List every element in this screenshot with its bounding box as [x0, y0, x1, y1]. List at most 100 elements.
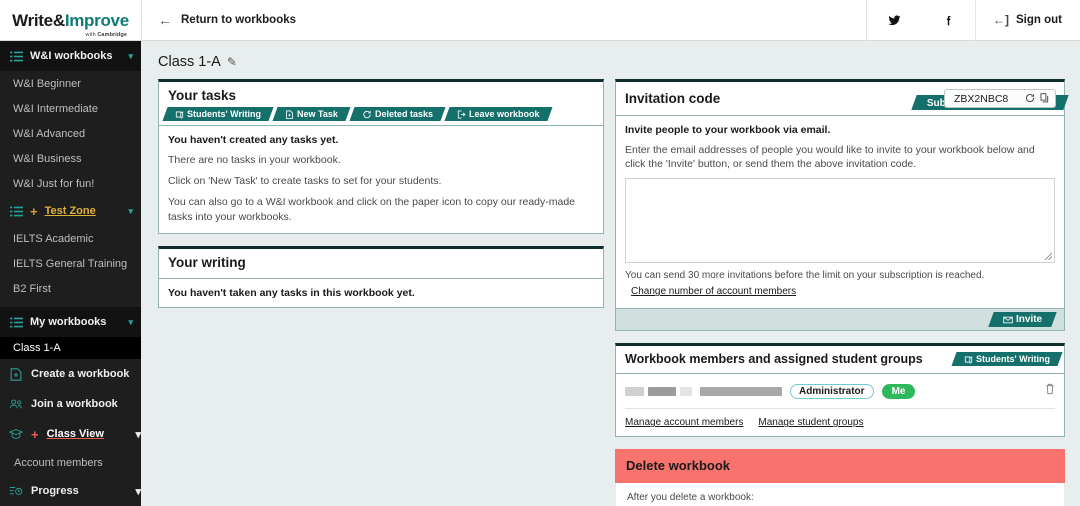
panel-title: Your writing	[168, 255, 246, 270]
sidebar-item-b2-first[interactable]: B2 First	[0, 276, 141, 301]
sidebar-item-progress[interactable]: Progress ▾	[0, 476, 141, 506]
logo-improve: Improve	[65, 11, 129, 30]
top-bar-right: ←] Sign out	[866, 0, 1080, 41]
sign-out-icon: ←]	[993, 13, 1009, 27]
sidebar-group-test-zone[interactable]: + Test Zone ▾	[0, 196, 141, 226]
content-columns: Your tasks Students' Writing	[158, 79, 1066, 506]
your-tasks-tabs: Students' Writing New Task	[159, 107, 603, 125]
invitation-footer: Invite	[616, 308, 1064, 330]
new-task-icon	[285, 110, 294, 119]
sidebar-item-class-view[interactable]: + Class View ▾	[0, 419, 141, 449]
invitation-code-box[interactable]: ZBX2NBC8	[944, 89, 1056, 108]
tab-label: Students' Writing	[187, 109, 261, 119]
members-links: Manage account members Manage student gr…	[625, 409, 1055, 428]
sign-out-button[interactable]: ←] Sign out	[976, 0, 1080, 41]
delete-workbook-panel: Delete workbook After you delete a workb…	[615, 449, 1065, 506]
students-writing-icon	[964, 355, 973, 364]
sidebar-item-wi-just-for-fun[interactable]: W&I Just for fun!	[0, 171, 141, 196]
tab-label: Deleted tasks	[375, 109, 433, 119]
sidebar-item-label: W&I Beginner	[13, 78, 81, 90]
page-title: Class 1-A	[158, 54, 221, 70]
refresh-icon[interactable]	[1025, 90, 1035, 108]
sidebar-group-wi-workbooks[interactable]: W&I workbooks ▾	[0, 41, 141, 71]
invitation-code-panel: Invitation code ZBX2NBC8 Invite people t…	[615, 79, 1065, 331]
delete-intro: After you delete a workbook:	[627, 491, 1053, 505]
no-writing-text: You haven't taken any tasks in this work…	[168, 287, 594, 299]
member-name-redacted	[648, 387, 676, 396]
chevron-down-icon: ▾	[128, 51, 133, 62]
members-students-writing-chip[interactable]: Students' Writing	[951, 352, 1062, 366]
sidebar-item-label: W&I Intermediate	[13, 103, 98, 115]
list-icon	[9, 204, 23, 218]
member-email-redacted	[700, 387, 782, 396]
people-icon	[9, 397, 23, 411]
plus-icon: +	[31, 428, 39, 441]
sidebar-item-ielts-general-training[interactable]: IELTS General Training	[0, 251, 141, 276]
sidebar-group-my-workbooks[interactable]: My workbooks ▾	[0, 307, 141, 337]
sidebar-item-create-a-workbook[interactable]: Create a workbook	[0, 359, 141, 389]
sidebar-item-account-members[interactable]: Account members	[0, 449, 141, 476]
no-tasks-heading: You haven't created any tasks yet.	[168, 134, 594, 146]
sidebar-item-label: W&I Advanced	[13, 128, 85, 140]
sidebar-item-wi-beginner[interactable]: W&I Beginner	[0, 71, 141, 96]
left-column: Your tasks Students' Writing	[158, 79, 604, 506]
change-account-members-link[interactable]: Change number of account members	[631, 286, 796, 297]
sidebar-item-join-a-workbook[interactable]: Join a workbook	[0, 389, 141, 419]
manage-account-members-link[interactable]: Manage account members	[625, 417, 743, 428]
chevron-down-icon: ▾	[128, 206, 133, 217]
sidebar-item-label: IELTS Academic	[13, 233, 94, 245]
delete-workbook-body: After you delete a workbook: You cannot …	[615, 483, 1065, 506]
your-tasks-body: You haven't created any tasks yet. There…	[159, 125, 603, 233]
sidebar-item-label: W&I Just for fun!	[13, 178, 94, 190]
facebook-icon[interactable]	[921, 0, 975, 41]
invite-emails-textarea[interactable]	[625, 178, 1055, 263]
manage-student-groups-link[interactable]: Manage student groups	[758, 417, 863, 428]
main-content: Class 1-A ✎ Subscribe to + Class View Yo…	[141, 41, 1080, 506]
panel-title: Delete workbook	[626, 458, 730, 473]
invitation-code-value: ZBX2NBC8	[954, 93, 1008, 105]
arrow-left-icon: ←	[158, 13, 172, 27]
sidebar-item-wi-advanced[interactable]: W&I Advanced	[0, 121, 141, 146]
app-logo[interactable]: Write&Improve with Cambridge	[0, 0, 141, 41]
invite-button-label: Invite	[1016, 314, 1042, 325]
your-writing-body: You haven't taken any tasks in this work…	[159, 278, 603, 307]
no-tasks-line-1: There are no tasks in your workbook.	[168, 153, 594, 167]
panel-title: Invitation code	[625, 91, 720, 106]
sidebar-item-class-1a[interactable]: Class 1-A	[0, 337, 141, 359]
sidebar-item-label: B2 First	[13, 283, 51, 295]
panel-title: Your tasks	[168, 88, 236, 103]
logo-subtitle: with Cambridge	[86, 32, 127, 38]
invitation-body: Invite people to your workbook via email…	[616, 115, 1064, 308]
sidebar-item-wi-business[interactable]: W&I Business	[0, 146, 141, 171]
logo-write: Write	[12, 11, 53, 30]
sidebar-item-label: IELTS General Training	[13, 258, 127, 270]
tab-deleted-tasks[interactable]: Deleted tasks	[349, 107, 445, 121]
list-icon	[9, 315, 23, 329]
tab-leave-workbook[interactable]: Leave workbook	[444, 107, 552, 121]
twitter-icon[interactable]	[867, 0, 921, 41]
invite-button[interactable]: Invite	[988, 312, 1057, 327]
restore-icon	[362, 110, 372, 119]
sign-out-label: Sign out	[1016, 14, 1062, 26]
your-writing-header: Your writing	[159, 249, 603, 278]
sidebar-group-label: My workbooks	[30, 316, 106, 328]
pencil-icon[interactable]: ✎	[227, 55, 237, 69]
delete-workbook-header: Delete workbook	[615, 449, 1065, 483]
tab-new-task[interactable]: New Task	[272, 107, 350, 121]
return-label: Return to workbooks	[181, 14, 296, 26]
app-root: Write&Improve with Cambridge ← Return to…	[0, 0, 1080, 506]
sidebar-link-label: Class View	[47, 428, 104, 440]
workbook-members-panel: Workbook members and assigned student gr…	[615, 343, 1065, 437]
plus-icon: +	[30, 205, 38, 218]
sidebar-item-wi-intermediate[interactable]: W&I Intermediate	[0, 96, 141, 121]
tab-students-writing[interactable]: Students' Writing	[162, 107, 273, 121]
sidebar-item-ielts-academic[interactable]: IELTS Academic	[0, 226, 141, 251]
return-to-workbooks-link[interactable]: ← Return to workbooks	[142, 13, 296, 27]
status-badge: Administrator	[790, 384, 874, 399]
copy-icon[interactable]	[1040, 90, 1049, 108]
sidebar-link-label: Progress	[31, 485, 79, 497]
envelope-icon	[1003, 316, 1013, 324]
invitation-header: Invitation code ZBX2NBC8	[616, 82, 1064, 115]
your-writing-panel: Your writing You haven't taken any tasks…	[158, 246, 604, 308]
trash-icon[interactable]	[1045, 382, 1055, 400]
